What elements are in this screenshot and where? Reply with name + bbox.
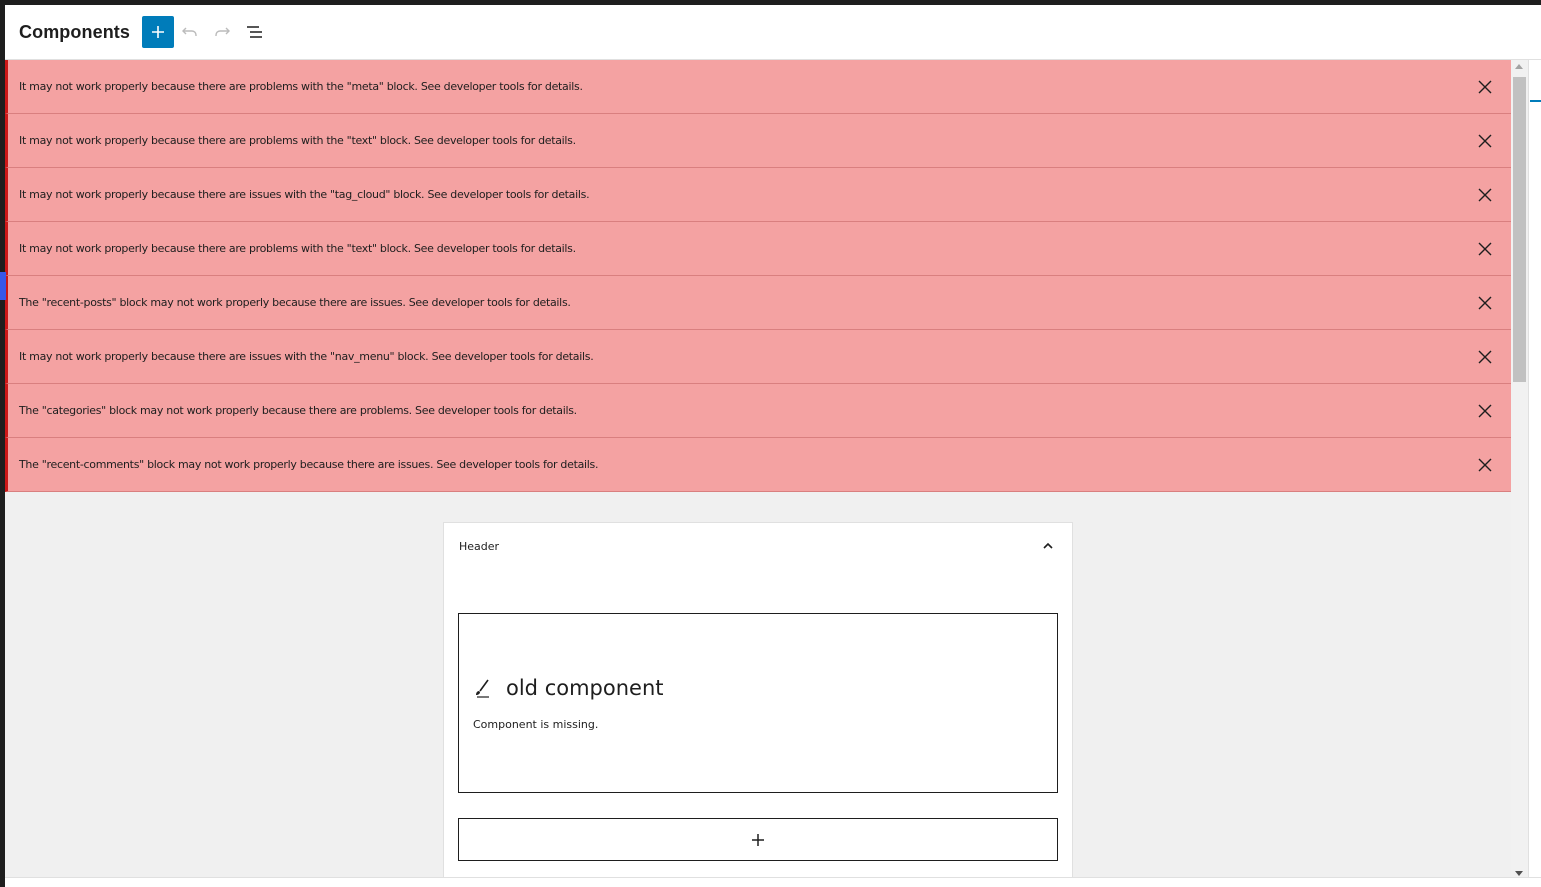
undo-icon [182,27,197,36]
notice-list: It may not work properly because there a… [5,60,1511,492]
redo-icon [215,27,230,36]
error-notice: It may not work properly because there a… [5,168,1511,222]
add-block-button[interactable] [142,16,174,48]
notice-message: The "recent-comments" block may not work… [19,458,599,471]
close-icon[interactable] [1475,185,1495,205]
widget-area-title: Header [459,540,500,553]
error-notice: The "recent-posts" block may not work pr… [5,276,1511,330]
missing-component-block[interactable]: old component Component is missing. [458,613,1058,793]
sidebar-tab-indicator [1530,100,1541,102]
undo-button[interactable] [174,16,206,48]
notice-message: The "categories" block may not work prop… [19,404,577,417]
notice-message: It may not work properly because there a… [19,134,576,147]
component-message: Component is missing. [473,718,599,731]
widget-area-header[interactable]: Header old component Component is missin… [443,522,1073,882]
notice-message: It may not work properly because there a… [19,350,594,363]
scroll-down-arrow[interactable] [1515,871,1523,876]
footer-breadcrumb [5,877,1541,887]
notice-message: The "recent-posts" block may not work pr… [19,296,571,309]
list-view-icon [247,26,262,38]
error-notice: It may not work properly because there a… [5,114,1511,168]
error-notice: It may not work properly because there a… [5,222,1511,276]
close-icon[interactable] [1475,347,1495,367]
add-block-appender[interactable] [458,818,1058,861]
error-notice: The "categories" block may not work prop… [5,384,1511,438]
editor-header: Components [5,5,1541,60]
error-notice: It may not work properly because there a… [5,330,1511,384]
plus-icon [752,833,764,846]
close-icon[interactable] [1475,293,1495,313]
error-notice: The "recent-comments" block may not work… [5,438,1511,492]
scroll-thumb[interactable] [1513,77,1526,382]
settings-sidebar [1528,60,1541,882]
sidebar-toggle[interactable] [0,272,6,300]
list-view-button[interactable] [239,16,271,48]
component-name: old component [506,676,664,700]
notice-message: It may not work properly because there a… [19,188,590,201]
close-icon[interactable] [1475,239,1495,259]
error-notice: It may not work properly because there a… [5,60,1511,114]
brush-icon [476,679,489,698]
editor-window: Components It may not work properly beca… [5,5,1541,887]
plus-icon [152,26,164,38]
close-icon[interactable] [1475,77,1495,97]
editor-canvas: It may not work properly because there a… [5,60,1511,882]
close-icon[interactable] [1475,455,1495,475]
page-title: Components [19,21,130,42]
notice-message: It may not work properly because there a… [19,242,576,255]
scroll-up-arrow[interactable] [1515,64,1523,69]
chevron-up-icon[interactable] [1040,538,1056,554]
close-icon[interactable] [1475,131,1495,151]
vertical-scrollbar[interactable] [1511,60,1528,882]
redo-button[interactable] [206,16,238,48]
notice-message: It may not work properly because there a… [19,80,583,93]
close-icon[interactable] [1475,401,1495,421]
